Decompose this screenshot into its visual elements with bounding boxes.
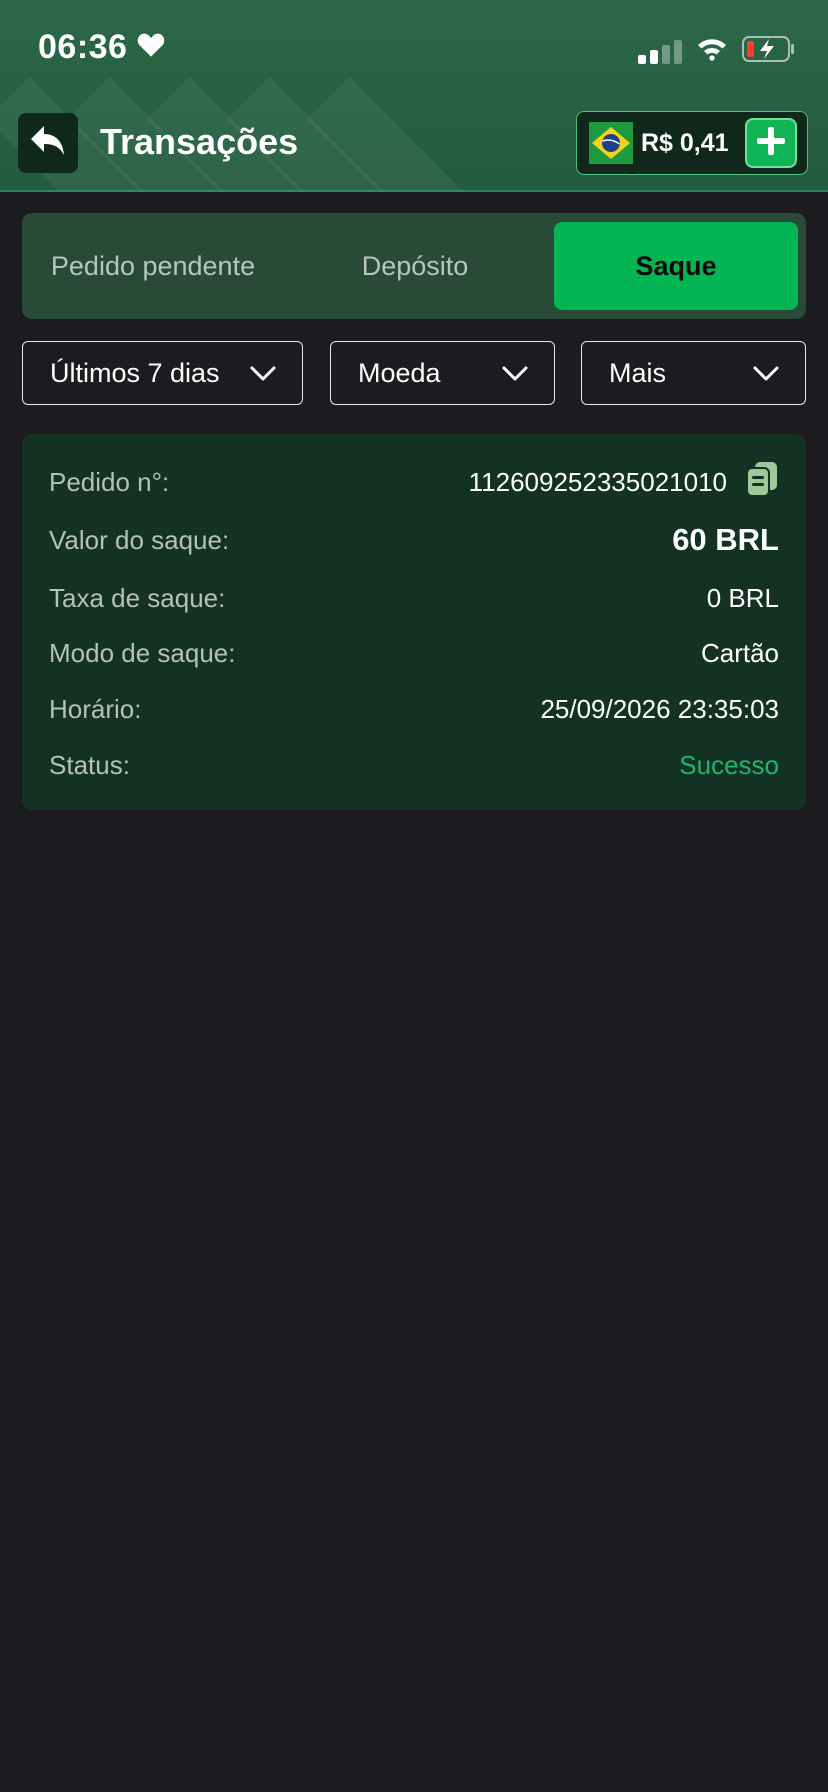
wifi-icon: [696, 37, 728, 66]
transaction-card: Pedido n°: 112609252335021010 Valor do s…: [22, 434, 806, 810]
period-filter-dropdown[interactable]: Últimos 7 dias: [22, 341, 303, 405]
withdrawal-amount-value: 60 BRL: [672, 522, 779, 557]
more-filter-dropdown[interactable]: Mais: [581, 341, 806, 405]
copy-icon[interactable]: [745, 461, 779, 504]
amount-row: Valor do saque: 60 BRL: [49, 518, 779, 562]
reply-arrow-icon: [29, 124, 67, 163]
status-bar-time: 06:36: [38, 28, 165, 67]
fee-row: Taxa de saque: 0 BRL: [49, 576, 779, 620]
withdrawal-mode-value: Cartão: [700, 637, 779, 668]
header-divider: [0, 190, 828, 192]
plus-icon: [755, 125, 787, 162]
back-button[interactable]: [18, 113, 78, 173]
period-filter-label: Últimos 7 dias: [50, 357, 220, 388]
brazil-flag-icon: [589, 122, 633, 164]
status-time-text: 06:36: [38, 28, 128, 66]
time-label: Horário:: [49, 693, 142, 724]
transaction-type-tabs: Pedido pendente Depósito Saque: [22, 213, 806, 319]
top-header: 06:36 Transações R$ 0,41: [0, 0, 828, 192]
heart-icon: [137, 28, 165, 67]
order-number-value: 112609252335021010: [468, 466, 727, 497]
currency-filter-label: Moeda: [358, 357, 441, 388]
tab-pending-order[interactable]: Pedido pendente: [22, 222, 284, 310]
withdrawal-fee-value: 0 BRL: [706, 582, 779, 613]
page-title: Transações: [100, 121, 299, 162]
time-value: 25/09/2026 23:35:03: [540, 693, 779, 724]
chevron-down-icon: [250, 358, 276, 389]
balance-widget[interactable]: R$ 0,41: [576, 111, 808, 175]
chevron-down-icon: [502, 358, 528, 389]
battery-charging-icon: [742, 36, 796, 67]
order-number-value-group: 112609252335021010: [469, 461, 779, 504]
balance-amount: R$ 0,41: [641, 128, 729, 157]
status-label: Status:: [49, 749, 130, 780]
status-bar-icons: [638, 36, 796, 67]
more-filter-label: Mais: [609, 357, 667, 388]
mode-row: Modo de saque: Cartão: [49, 631, 779, 675]
chevron-down-icon: [753, 358, 779, 389]
tab-deposit[interactable]: Depósito: [284, 222, 546, 310]
order-number-label: Pedido n°:: [49, 466, 170, 497]
status-row: Status: Sucesso: [49, 743, 779, 787]
deposit-plus-button[interactable]: [745, 118, 797, 168]
currency-filter-dropdown[interactable]: Moeda: [330, 341, 555, 405]
status-badge: Sucesso: [679, 749, 779, 780]
tab-withdrawal[interactable]: Saque: [554, 222, 798, 310]
withdrawal-mode-label: Modo de saque:: [49, 637, 236, 668]
withdrawal-fee-label: Taxa de saque:: [49, 582, 226, 613]
order-number-row: Pedido n°: 112609252335021010: [49, 460, 779, 504]
time-row: Horário: 25/09/2026 23:35:03: [49, 687, 779, 731]
withdrawal-amount-label: Valor do saque:: [49, 524, 230, 555]
cellular-signal-icon: [638, 39, 682, 64]
